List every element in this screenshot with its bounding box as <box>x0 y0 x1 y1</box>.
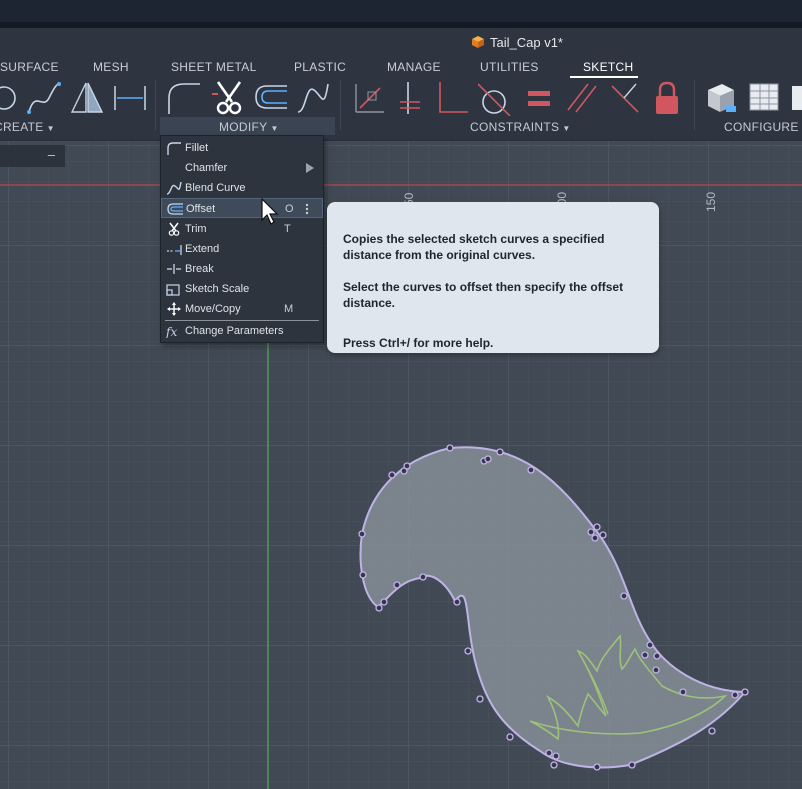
svg-text:fx: fx <box>166 325 177 338</box>
mouse-cursor-icon <box>261 198 279 225</box>
configure-table-icon[interactable] <box>748 80 782 116</box>
sketch-scale-icon <box>166 284 180 296</box>
trim-tool-icon[interactable] <box>212 80 246 116</box>
fillet-tool-icon[interactable] <box>166 80 202 116</box>
menu-item-trim[interactable]: Trim T <box>161 219 323 239</box>
group-separator <box>340 80 341 130</box>
create-group-label[interactable]: CREATE▼ <box>0 120 55 134</box>
dimension-tool-icon[interactable] <box>112 80 148 116</box>
configure-box-icon[interactable] <box>704 80 738 116</box>
extend-icon <box>167 245 182 255</box>
trim-icon <box>168 222 180 236</box>
tab-mesh[interactable]: MESH <box>93 60 129 74</box>
menu-item-offset[interactable]: Offset O <box>161 198 323 218</box>
document-tab[interactable]: Tail_Cap v1* <box>472 33 563 51</box>
equal-constraint-icon[interactable] <box>526 80 552 116</box>
group-separator <box>694 80 695 130</box>
menu-item-move-copy[interactable]: Move/Copy M <box>161 299 323 319</box>
document-title: Tail_Cap v1* <box>490 34 563 50</box>
configure-group-label[interactable]: CONFIGURE▼ <box>724 120 802 134</box>
offset-tool-icon[interactable] <box>253 80 289 116</box>
collinear-constraint-icon[interactable] <box>610 80 640 116</box>
blend-curve-icon <box>166 181 182 195</box>
tab-utilities[interactable]: UTILITIES <box>480 60 539 74</box>
menu-item-change-parameters[interactable]: fx Change Parameters <box>161 321 323 341</box>
offset-tooltip: Copies the selected sketch curves a spec… <box>327 202 659 353</box>
fillet-icon <box>167 142 181 155</box>
tooltip-instruction: Select the curves to offset then specify… <box>343 280 624 310</box>
browser-panel-collapsed[interactable]: – <box>0 145 65 167</box>
group-separator <box>155 80 156 130</box>
blend-curve-tool-icon[interactable] <box>296 80 330 116</box>
menu-item-blend-curve[interactable]: Blend Curve <box>161 178 323 198</box>
tab-plastic[interactable]: PLASTIC <box>294 60 346 74</box>
cube-icon <box>472 36 484 48</box>
spline-tool-icon[interactable] <box>25 80 63 116</box>
circle-tool-icon[interactable] <box>0 80 18 116</box>
fix-unfix-lock-icon[interactable] <box>652 80 682 116</box>
break-icon <box>167 264 181 274</box>
os-top-bar <box>0 0 802 22</box>
collapse-button[interactable]: – <box>48 147 55 162</box>
tab-sketch[interactable]: SKETCH <box>583 60 633 74</box>
parallel-constraint-icon[interactable] <box>566 80 598 116</box>
menu-item-fillet[interactable]: Fillet <box>161 138 323 158</box>
tooltip-description: Copies the selected sketch curves a spec… <box>343 232 605 262</box>
ruler-label-150: 150 <box>704 191 718 212</box>
horizontal-vertical-constraint-icon[interactable] <box>398 80 422 116</box>
offset-icon <box>167 203 183 215</box>
coincident-constraint-icon[interactable] <box>352 80 386 116</box>
move-copy-icon <box>167 302 181 316</box>
menu-item-extend[interactable]: Extend <box>161 239 323 259</box>
tab-sheet-metal[interactable]: SHEET METAL <box>171 60 257 74</box>
perpendicular-constraint-icon[interactable] <box>436 80 470 116</box>
active-tab-indicator <box>570 76 638 78</box>
tab-manage[interactable]: MANAGE <box>387 60 441 74</box>
change-parameters-icon: fx <box>166 325 177 338</box>
mirror-tool-icon[interactable] <box>70 80 104 116</box>
constraints-group-label[interactable]: CONSTRAINTS ▼ <box>470 120 571 134</box>
tooltip-help: Press Ctrl+/ for more help. <box>343 336 494 350</box>
menu-item-sketch-scale[interactable]: Sketch Scale <box>161 279 323 299</box>
modify-group-label[interactable]: MODIFY ▼ <box>219 120 279 134</box>
title-bar <box>0 28 802 56</box>
menu-item-break[interactable]: Break <box>161 259 323 279</box>
configure-extra-icon[interactable] <box>790 80 802 116</box>
tab-surface[interactable]: SURFACE <box>0 60 59 74</box>
modify-dropdown-menu: Fillet Chamfer Blend Curve Offset O Trim… <box>160 135 324 343</box>
tangent-constraint-icon[interactable] <box>478 80 512 116</box>
menu-item-chamfer[interactable]: Chamfer <box>161 158 323 178</box>
more-options-icon[interactable] <box>305 203 309 215</box>
submenu-arrow-icon <box>306 163 314 173</box>
